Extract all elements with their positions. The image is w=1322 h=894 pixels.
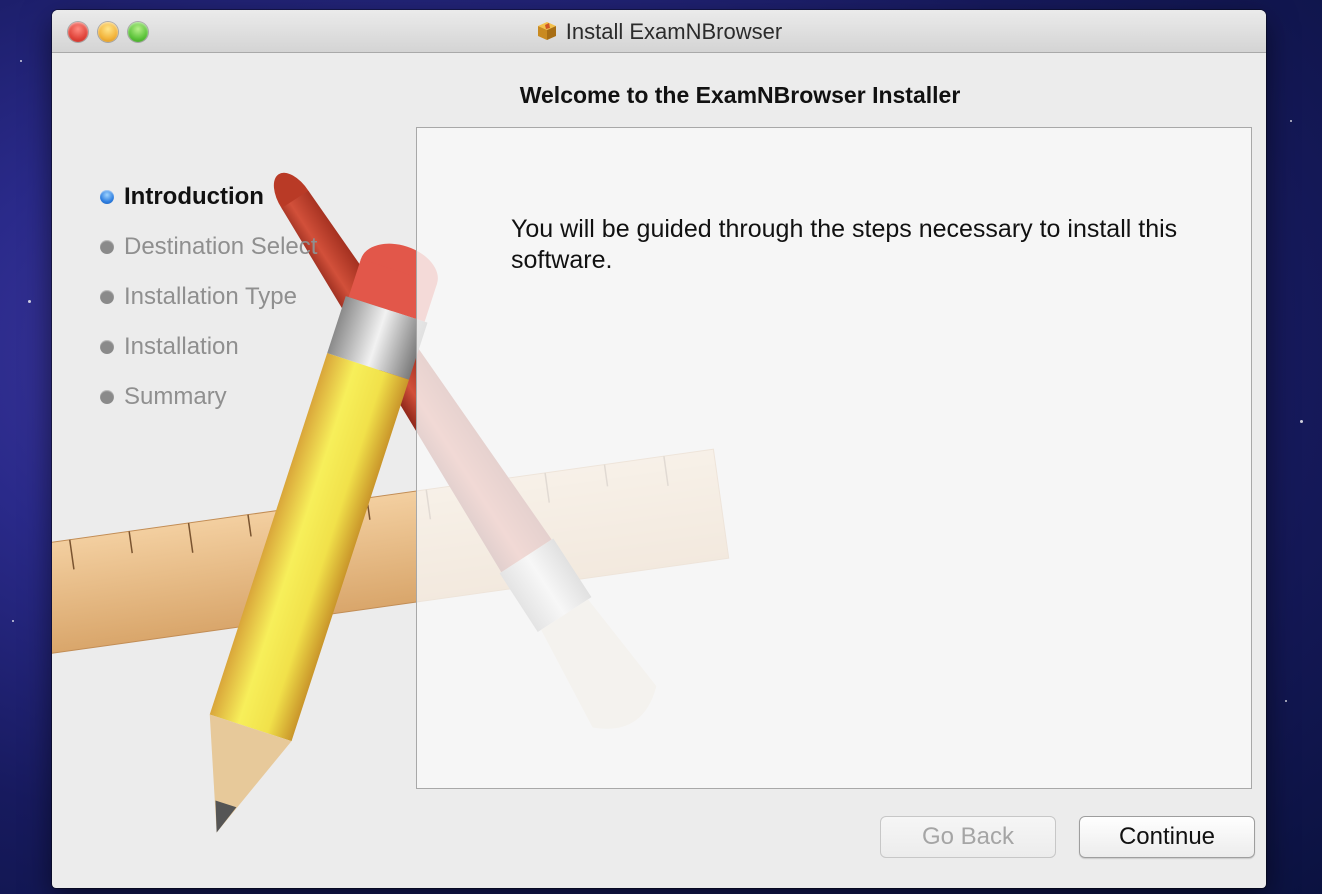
step-label: Summary	[124, 383, 227, 410]
step-bullet-icon	[100, 240, 114, 254]
title-bar[interactable]: Install ExamNBrowser	[52, 10, 1266, 53]
window-title-group: Install ExamNBrowser	[52, 19, 1266, 45]
desktop-star	[20, 60, 22, 62]
installer-steps: Introduction Destination Select Installa…	[100, 172, 317, 422]
desktop-star	[12, 620, 14, 622]
step-installation-type: Installation Type	[100, 272, 317, 322]
step-label: Introduction	[124, 183, 264, 210]
step-installation: Installation	[100, 322, 317, 372]
step-label: Destination Select	[124, 233, 318, 260]
window-title: Install ExamNBrowser	[565, 19, 783, 44]
step-bullet-icon	[100, 290, 114, 304]
desktop-star	[1300, 420, 1303, 423]
step-bullet-icon	[100, 340, 114, 354]
step-destination-select: Destination Select	[100, 222, 317, 272]
step-summary: Summary	[100, 372, 317, 422]
desktop-star	[1285, 700, 1287, 702]
desktop-star	[1290, 120, 1292, 122]
continue-button[interactable]: Continue	[1079, 816, 1255, 858]
step-label: Installation Type	[124, 283, 298, 310]
step-bullet-icon	[100, 190, 114, 204]
page-heading: Welcome to the ExamNBrowser Installer	[519, 82, 961, 108]
step-label: Installation	[124, 333, 239, 360]
intro-message: You will be guided through the steps nec…	[511, 215, 1178, 274]
installer-window: Install ExamNBrowser Welcome to the Exam…	[52, 10, 1266, 888]
package-icon	[537, 22, 556, 40]
step-bullet-icon	[100, 390, 114, 404]
step-introduction: Introduction	[100, 172, 317, 222]
content-panel: You will be guided through the steps nec…	[416, 127, 1252, 789]
go-back-button[interactable]: Go Back	[880, 816, 1056, 858]
desktop-star	[28, 300, 31, 303]
